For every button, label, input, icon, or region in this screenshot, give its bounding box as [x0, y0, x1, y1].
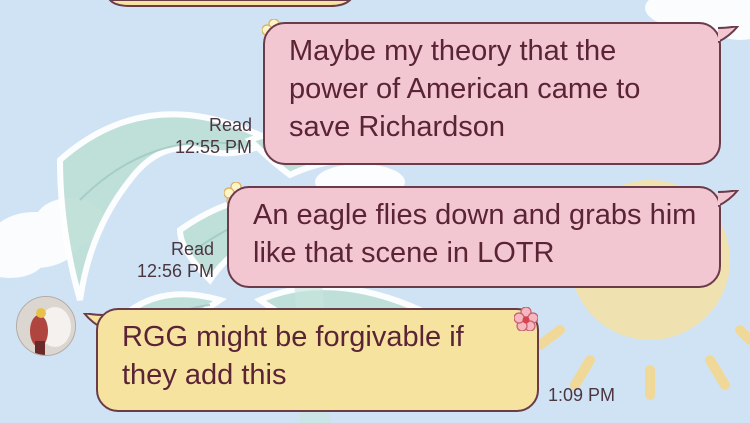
avatar[interactable]	[16, 296, 76, 356]
bubble-tail	[718, 190, 740, 208]
message-bubble-text: Maybe my theory that the power of Americ…	[263, 22, 721, 165]
avatar-image	[17, 297, 75, 355]
read-receipt: Read	[170, 239, 214, 259]
message-time: 1:09 PM	[548, 385, 616, 405]
message-time: 12:56 PM	[136, 261, 214, 281]
read-receipt: Read	[208, 115, 252, 135]
flower-decoration-icon	[514, 307, 538, 331]
message-time: 12:55 PM	[174, 137, 252, 157]
message-bubble-text: RGG might be forgivable if they add this	[96, 308, 539, 412]
bubble-tail	[718, 26, 740, 44]
message-bubble-text: An eagle flies down and grabs him like t…	[227, 186, 721, 288]
